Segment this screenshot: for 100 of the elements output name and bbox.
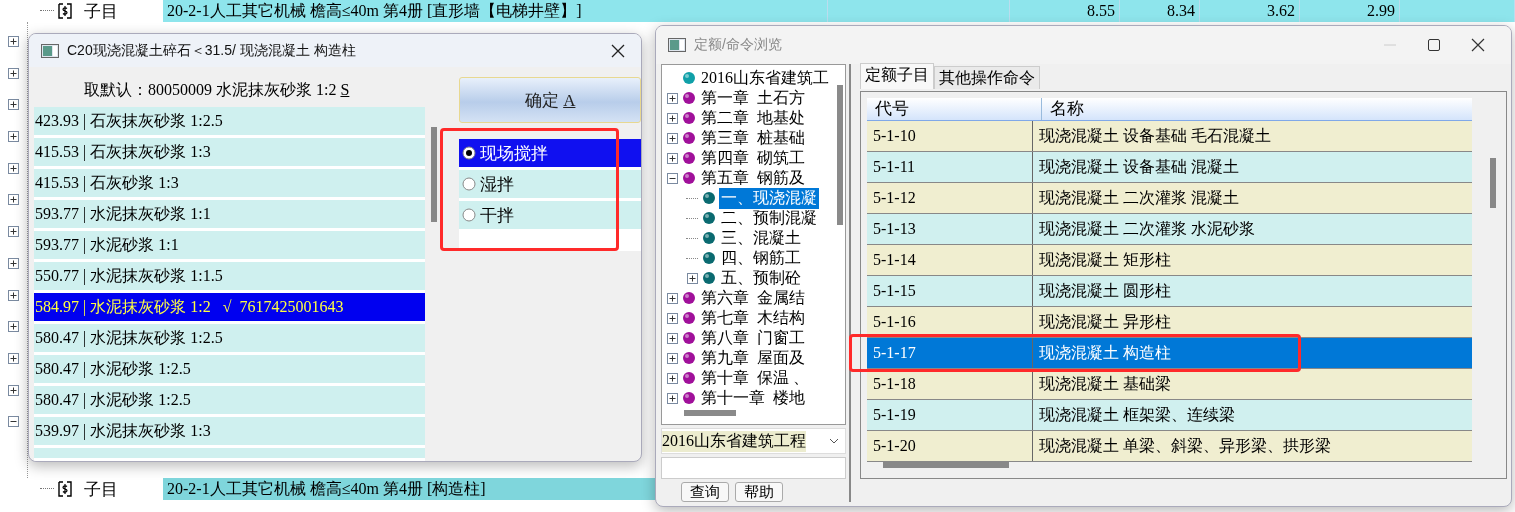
column-header[interactable]: 代号 <box>867 98 1042 120</box>
tree-item[interactable]: 2016山东省建筑工 <box>699 67 831 89</box>
table-cell: 5-1-16 <box>867 307 1033 337</box>
expand-icon[interactable] <box>686 272 698 284</box>
tab[interactable]: 定额子目 <box>860 63 934 89</box>
table-cell: 5-1-11 <box>867 152 1033 182</box>
tree-item[interactable]: 第十章 保温 、 <box>699 367 811 389</box>
table-row[interactable]: 5-1-14 现浇混凝土 矩形柱 <box>867 245 1472 276</box>
list-item[interactable]: 550.77 | 水泥抹灰砂浆 1:1.5 <box>34 262 426 290</box>
table-cell: 20-2-1人工其它机械 檐高≤40m 第4册 [直形墙【电梯井壁】] <box>163 0 828 22</box>
scrollbar[interactable] <box>684 410 736 417</box>
list-item[interactable]: 580.47 | 水泥抹灰砂浆 1:2.5 <box>34 324 426 352</box>
tab[interactable]: 其他操作命令 <box>934 66 1040 89</box>
scrollbar[interactable] <box>1490 158 1496 208</box>
expand-icon[interactable] <box>666 92 678 104</box>
list-item[interactable]: 593.77 | 水泥抹灰砂浆 1:1 <box>34 200 426 228</box>
expand-icon[interactable] <box>8 384 19 396</box>
library-dropdown[interactable]: 2016山东省建筑工程 <box>661 428 846 455</box>
collapse-icon[interactable] <box>8 416 19 428</box>
radio-option[interactable]: 湿拌 <box>459 170 641 198</box>
tree-item[interactable]: 第八章 门窗工 <box>699 327 807 349</box>
close-button[interactable] <box>1471 38 1485 52</box>
column-header[interactable]: 名称 <box>1042 98 1084 120</box>
radio-option[interactable]: 干拌 <box>459 201 641 229</box>
tree-item[interactable]: 第四章 砌筑工 <box>699 147 807 169</box>
expand-icon[interactable] <box>8 36 19 47</box>
list-item[interactable]: 539.97 | 水泥抹灰砂浆 1:3 <box>34 417 426 445</box>
maximize-icon <box>1427 38 1441 52</box>
expand-icon[interactable] <box>666 152 678 164</box>
table-row[interactable]: 5-1-12 现浇混凝土 二次灌浆 混凝土 <box>867 183 1472 214</box>
expand-icon[interactable] <box>8 99 19 111</box>
tree-item[interactable]: 三、混凝土 <box>719 227 803 249</box>
table-row[interactable]: 5-1-15 现浇混凝土 圆形柱 <box>867 276 1472 307</box>
table-cell-text: 现浇混凝土 二次灌浆 混凝土 <box>1038 188 1239 208</box>
expand-icon[interactable] <box>8 131 19 143</box>
expand-icon[interactable] <box>8 352 19 364</box>
tree-item[interactable]: 第三章 桩基础 <box>699 127 807 149</box>
expand-icon[interactable] <box>666 352 678 364</box>
table-cell: 5-1-14 <box>867 245 1033 275</box>
tree-item[interactable]: 第十一章 楼地 <box>699 387 807 409</box>
list-item[interactable]: 415.53 | 石灰砂浆 1:3 <box>34 169 426 197</box>
list-item[interactable]: 415.53 | 石灰抹灰砂浆 1:3 <box>34 138 426 166</box>
query-button[interactable]: 查询 <box>681 482 729 502</box>
list-item[interactable]: 584.97 | 水泥抹灰砂浆 1:2 √ 7617425001643 <box>34 293 426 321</box>
list-item[interactable]: 423.93 | 石灰抹灰砂浆 1:2.5 <box>34 107 426 135</box>
expand-icon[interactable] <box>666 312 678 324</box>
collapse-icon[interactable] <box>666 172 678 184</box>
expand-icon[interactable] <box>666 332 678 344</box>
list-item[interactable]: 580.47 | 水泥砂浆 1:2.5 <box>34 355 426 383</box>
expand-icon[interactable] <box>666 392 678 404</box>
scrollbar[interactable] <box>837 85 843 225</box>
table-cell-text: 现浇混凝土 设备基础 毛石混凝土 <box>1038 126 1271 146</box>
tree-item[interactable]: 第六章 金属结 <box>699 287 807 309</box>
expand-icon[interactable] <box>8 226 19 238</box>
expand-icon[interactable] <box>8 162 19 174</box>
tree-item[interactable]: 一、现浇混凝 <box>719 187 819 209</box>
table-cell-text: 现浇混凝土 设备基础 混凝土 <box>1038 157 1239 177</box>
expand-icon[interactable] <box>8 321 19 333</box>
table-cell: 5-1-13 <box>867 214 1033 244</box>
tree-item[interactable]: 第七章 木结构 <box>699 307 807 329</box>
table-row[interactable]: 5-1-20 现浇混凝土 单梁、斜梁、异形梁、拱形梁 <box>867 431 1472 462</box>
expand-icon[interactable] <box>666 372 678 384</box>
expand-icon[interactable] <box>666 132 678 144</box>
expand-icon[interactable] <box>8 257 19 269</box>
tree-item[interactable]: 第九章 屋面及 <box>699 347 807 369</box>
ok-button[interactable]: 确定 A <box>459 77 641 123</box>
table-row[interactable]: 5-1-17 现浇混凝土 构造柱 <box>867 338 1472 369</box>
tree-item[interactable]: 二、预制混凝 <box>719 207 819 229</box>
table-cell-text: 现浇混凝土 基础梁 <box>1038 374 1171 394</box>
scrollbar[interactable] <box>431 127 438 222</box>
list-item[interactable]: 580.47 | 水泥砂浆 1:2.5 <box>34 386 426 414</box>
radio-option[interactable]: 现场搅拌 <box>459 139 641 167</box>
help-button[interactable]: 帮助 <box>735 482 783 502</box>
tree-item[interactable]: 五、预制砼 <box>719 267 803 289</box>
list-item[interactable]: 593.77 | 水泥砂浆 1:1 <box>34 231 426 259</box>
expand-icon[interactable] <box>8 67 19 79</box>
default-label: 取默认：80050009 水泥抹灰砂浆 1:2 S <box>83 80 351 100</box>
window-title: 定额/命令浏览 <box>694 36 783 54</box>
expand-icon[interactable] <box>8 289 19 301</box>
table-row[interactable]: 5-1-18 现浇混凝土 基础梁 <box>867 369 1472 400</box>
table-row[interactable]: 5-1-10 现浇混凝土 设备基础 毛石混凝土 <box>867 121 1472 152</box>
expand-icon[interactable] <box>8 194 19 206</box>
tree-item[interactable]: 第五章 钢筋及 <box>699 167 807 189</box>
tree-item[interactable]: 第一章 土石方 <box>699 87 807 109</box>
table-row[interactable]: 5-1-11 现浇混凝土 设备基础 混凝土 <box>867 152 1472 183</box>
table-cell: 5-1-17 <box>867 338 1033 368</box>
table-row[interactable]: 5-1-13 现浇混凝土 二次灌浆 水泥砂浆 <box>867 214 1472 245</box>
table-row[interactable]: 5-1-19 现浇混凝土 框架梁、连续梁 <box>867 400 1472 431</box>
tree-item[interactable]: 第二章 地基处 <box>699 107 807 129</box>
table-cell: 5-1-12 <box>867 183 1033 213</box>
table-row[interactable]: 5-1-16 现浇混凝土 异形柱 <box>867 307 1472 338</box>
search-field[interactable] <box>661 457 846 479</box>
table-cell-text: 现浇混凝土 圆形柱 <box>1038 281 1171 301</box>
radio-icon <box>462 177 477 191</box>
tree-item[interactable]: 四、钢筋工 <box>719 247 803 269</box>
expand-icon[interactable] <box>666 292 678 304</box>
maximize-button[interactable] <box>1427 38 1441 52</box>
expand-icon[interactable] <box>666 112 678 124</box>
scrollbar[interactable] <box>883 462 1009 468</box>
table-cell: 5-1-10 <box>867 121 1033 151</box>
